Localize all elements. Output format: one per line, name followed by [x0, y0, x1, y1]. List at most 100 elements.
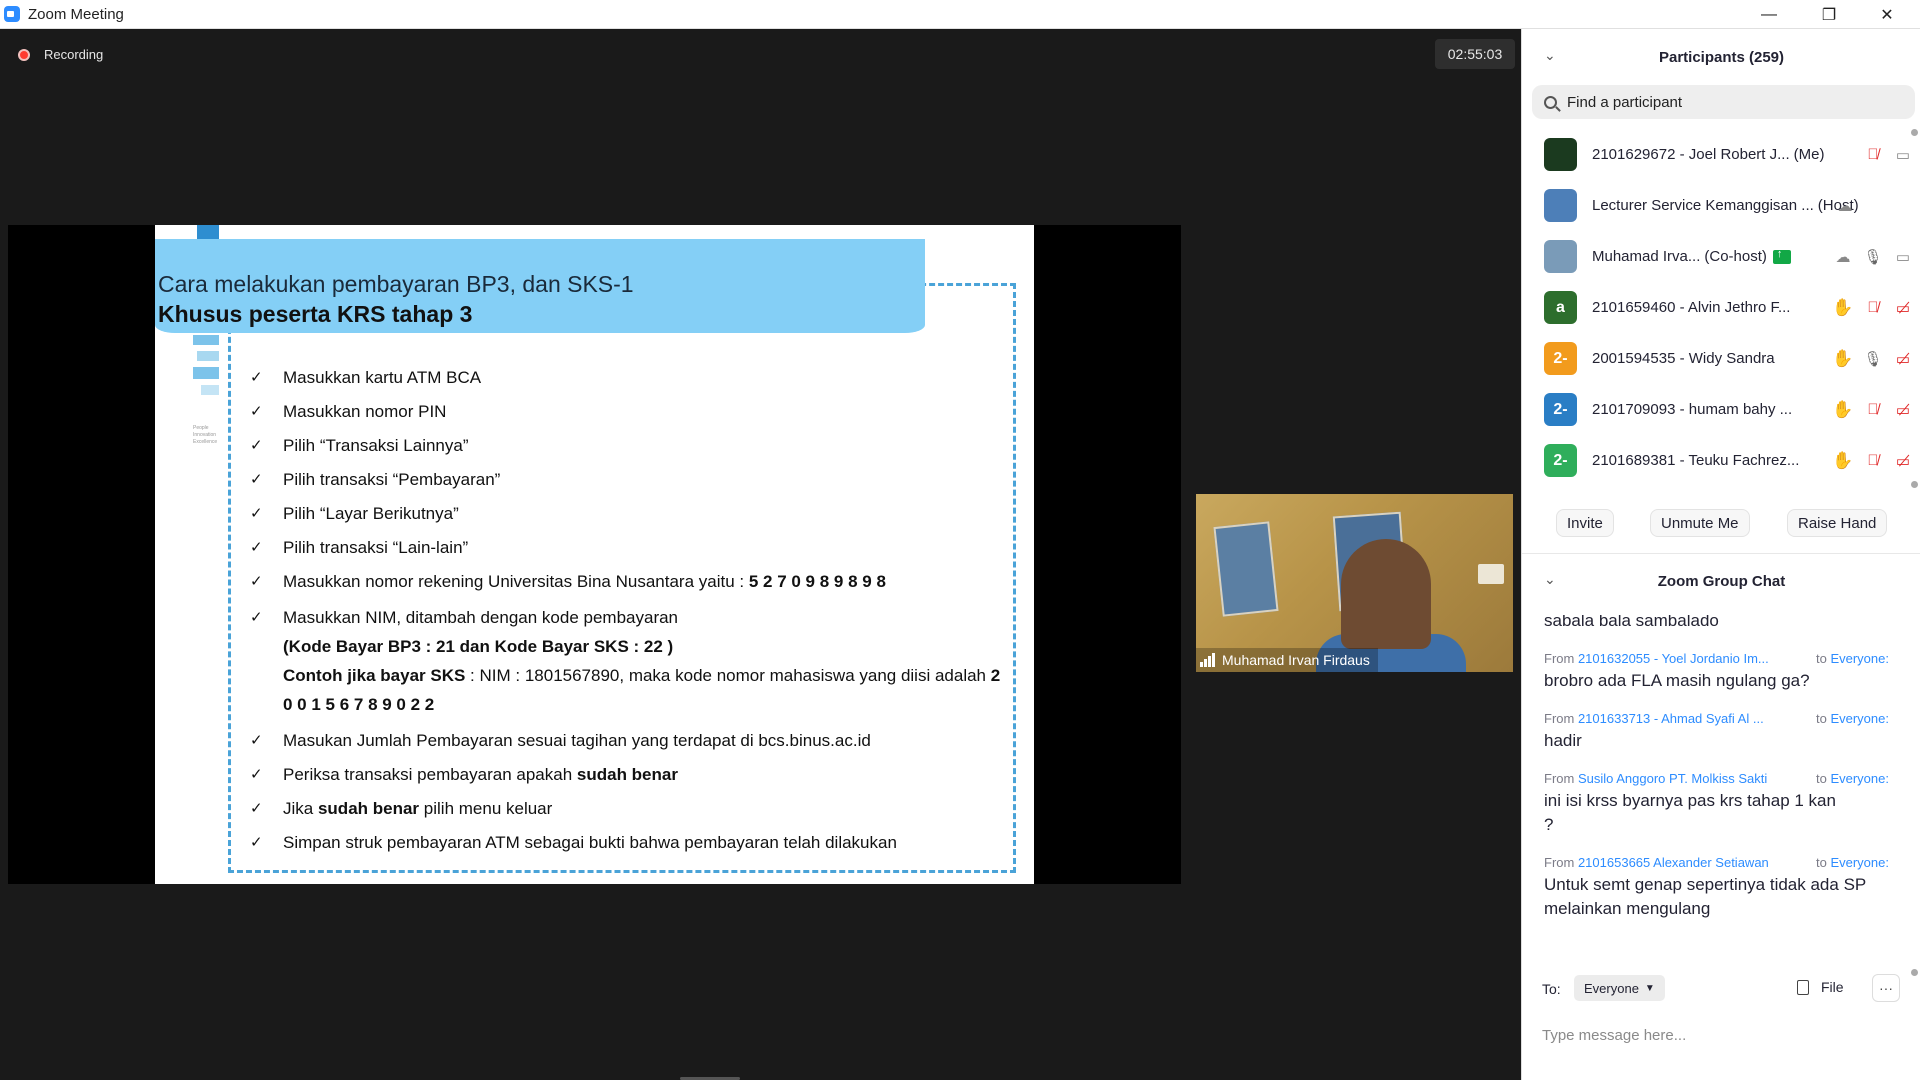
chat-title: Zoom Group Chat: [1657, 572, 1786, 590]
unmute-me-button[interactable]: Unmute Me: [1650, 509, 1750, 537]
avatar: [1544, 240, 1577, 273]
checklist-item: ✓ Pilih “Transaksi Lainnya”: [250, 433, 1010, 458]
chat-message: From Susilo Anggoro PT. Molkiss Sakti to …: [1544, 771, 1889, 834]
muted-mic-icon[interactable]: 🎙̸: [1862, 399, 1884, 421]
chat-message-input[interactable]: [1542, 1015, 1902, 1055]
checklist-item: ✓ Pilih “Layar Berikutnya”: [250, 501, 1010, 526]
meeting-timer: 02:55:03: [1435, 39, 1515, 69]
slide-title: Cara melakukan pembayaran BP3, dan SKS-1: [158, 271, 634, 297]
window-title: Zoom Meeting: [28, 5, 124, 23]
checkmark-icon: ✓: [250, 505, 263, 522]
chat-scrollbar[interactable]: [1911, 615, 1918, 976]
checkmark-icon: ✓: [250, 732, 263, 749]
chevron-down-icon: ▼: [1644, 982, 1655, 994]
checkmark-icon: ✓: [250, 369, 263, 386]
checklist-item: ✓ Simpan struk pembayaran ATM sebagai buk…: [250, 830, 1010, 855]
raised-hand-icon: ✋: [1832, 450, 1854, 470]
close-button[interactable]: ✕: [1858, 0, 1916, 29]
cloud-recording-icon: ☁: [1835, 248, 1851, 266]
chat-message: From 2101633713 - Ahmad Syafi Al ... to E…: [1544, 711, 1889, 750]
avatar: [1544, 189, 1577, 222]
checklist-item: ✓ Jika sudah benar pilih menu keluar: [250, 796, 1010, 821]
raised-hand-icon: ✋: [1832, 399, 1854, 419]
speaker-face: [1341, 539, 1431, 649]
checklist-item: ✓ Masukkan nomor rekening Universitas Bin…: [250, 569, 1010, 594]
zoom-app-icon: [4, 6, 20, 22]
screen-share-icon: [1772, 248, 1791, 264]
checkmark-icon: ✓: [250, 573, 263, 590]
chat-messages: sabala bala sambalado From 2101632055 - …: [1522, 615, 1920, 975]
participant-row[interactable]: Lecturer Service Kemanggisan ... (Host) …: [1522, 180, 1914, 231]
checkmark-icon: ✓: [250, 403, 263, 420]
chat-message: From 2101632055 - Yoel Jordanio Im... to …: [1544, 651, 1889, 690]
avatar: a: [1544, 291, 1577, 324]
checkmark-icon: ✓: [250, 539, 263, 556]
participant-row[interactable]: 2- 2101689381 - Teuku Fachrez... ✋ 🎙̸ ▭̸: [1522, 435, 1914, 486]
participant-row[interactable]: Muhamad Irva... (Co-host) ☁ 🎙 ▭: [1522, 231, 1914, 282]
search-icon: [1544, 95, 1557, 109]
participant-row[interactable]: 2- 2101709093 - humam bahy ... ✋ 🎙̸ ▭̸: [1522, 384, 1914, 435]
muted-mic-icon[interactable]: 🎙̸: [1862, 144, 1884, 166]
participant-search[interactable]: [1532, 85, 1915, 119]
checklist-item: ✓ Pilih transaksi “Pembayaran”: [250, 467, 1010, 492]
participant-row[interactable]: 2101629672 - Joel Robert J... (Me) 🎙̸ ▭: [1522, 129, 1914, 180]
window-titlebar: Zoom Meeting — ❐ ✕: [0, 0, 1920, 29]
participant-row[interactable]: a 2101659460 - Alvin Jethro F... ✋ 🎙̸ ▭̸: [1522, 282, 1914, 333]
more-options-button[interactable]: ···: [1872, 974, 1900, 1002]
checkmark-icon: ✓: [250, 800, 263, 817]
muted-mic-icon[interactable]: 🎙̸: [1862, 297, 1884, 319]
checklist-item: ✓ Masukkan nomor PIN: [250, 399, 1010, 424]
file-icon: [1797, 979, 1809, 995]
speaker-name-label: Muhamad Irvan Firdaus: [1196, 648, 1378, 672]
panel-divider: [1522, 553, 1920, 554]
chat-sender[interactable]: Susilo Anggoro PT. Molkiss Sakti: [1578, 771, 1767, 786]
chat-to-label: To:: [1542, 981, 1561, 997]
participant-row[interactable]: 2- 2001594535 - Widy Sandra ✋ 🎙 ▭̸: [1522, 333, 1914, 384]
file-button[interactable]: File: [1797, 979, 1844, 995]
raised-hand-icon: ✋: [1832, 297, 1854, 317]
recording-label: Recording: [44, 47, 104, 62]
checklist-item: ✓ Periksa transaksi pembayaran apakah sud…: [250, 762, 1010, 787]
speaker-video-tile[interactable]: Muhamad Irvan Firdaus: [1196, 494, 1513, 672]
shared-slide: People Innovation Excellence Cara melaku…: [155, 225, 1034, 884]
slide-title-banner: Cara melakukan pembayaran BP3, dan SKS-1…: [155, 239, 925, 333]
recording-dot-icon: [18, 48, 30, 61]
chat-message: From 2101653665 Alexander Setiawan to Eve…: [1544, 855, 1889, 918]
checkmark-icon: ✓: [250, 766, 263, 783]
mic-icon[interactable]: 🎙: [1862, 348, 1884, 370]
checkmark-icon: ✓: [250, 609, 263, 626]
checklist-item: ✓ Masukan Jumlah Pembayaran sesuai tagiha…: [250, 728, 1010, 753]
maximize-button[interactable]: ❐: [1800, 0, 1858, 29]
side-panel: ⌄ Participants (259) 2101629672 - Joel R…: [1521, 29, 1920, 1080]
meeting-stage: Recording 02:55:03 People Innovation Exc…: [0, 29, 1521, 1080]
checklist-item: ✓ Masukkan NIM, ditambah dengan kode pemb…: [250, 603, 1010, 719]
avatar: [1544, 138, 1577, 171]
chat-recipient-select[interactable]: Everyone ▼: [1574, 975, 1665, 1001]
avatar: 2-: [1544, 342, 1577, 375]
slide-subtitle: Khusus peserta KRS tahap 3: [158, 301, 473, 327]
raise-hand-button[interactable]: Raise Hand: [1787, 509, 1888, 537]
participants-title: Participants (259): [1658, 48, 1785, 66]
muted-mic-icon[interactable]: 🎙̸: [1862, 450, 1884, 472]
participants-scrollbar[interactable]: [1911, 129, 1918, 489]
chat-sender[interactable]: 2101653665 Alexander Setiawan: [1578, 855, 1769, 870]
recording-indicator[interactable]: Recording: [18, 47, 103, 62]
checkmark-icon: ✓: [250, 471, 263, 488]
signal-strength-icon: [1200, 653, 1216, 667]
invite-button[interactable]: Invite: [1556, 509, 1614, 537]
slide-checklist: ✓ Masukkan kartu ATM BCA ✓ Masukkan nomor …: [250, 365, 1010, 864]
avatar: 2-: [1544, 393, 1577, 426]
chat-message: sabala bala sambalado: [1544, 615, 1719, 630]
raised-hand-icon: ✋: [1832, 348, 1854, 368]
participant-search-input[interactable]: [1567, 93, 1887, 111]
checkmark-icon: ✓: [250, 437, 263, 454]
chat-sender[interactable]: 2101633713 - Ahmad Syafi Al ...: [1578, 711, 1764, 726]
chat-sender[interactable]: 2101632055 - Yoel Jordanio Im...: [1578, 651, 1769, 666]
minimize-button[interactable]: —: [1740, 0, 1798, 29]
avatar: 2-: [1544, 444, 1577, 477]
mic-icon[interactable]: 🎙: [1862, 246, 1884, 268]
cloud-recording-icon: ☁: [1837, 197, 1853, 215]
slide-side-text: People Innovation Excellence: [193, 425, 218, 445]
checkmark-icon: ✓: [250, 834, 263, 851]
checklist-item: ✓ Masukkan kartu ATM BCA: [250, 365, 1010, 390]
